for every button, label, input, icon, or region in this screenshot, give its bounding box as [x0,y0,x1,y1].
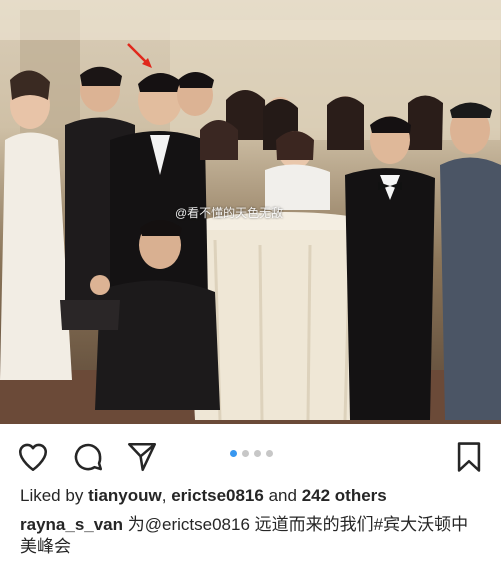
comment-icon[interactable] [71,440,105,474]
heart-icon[interactable] [16,440,50,474]
likes-others-link[interactable]: 242 others [302,486,387,505]
carousel-dot [254,450,261,457]
send-icon[interactable] [125,440,159,474]
likes-separator: , [161,486,167,505]
post-actions-bar [0,424,501,484]
carousel-dot-active [230,450,237,457]
liker-link[interactable]: tianyouw [88,486,162,505]
red-arrow-icon [127,43,152,68]
post-caption: rayna_s_van 为@erictse0816 远道而来的我们#宾大沃顿中美… [20,514,485,558]
liker-link[interactable]: erictse0816 [171,486,264,505]
weibo-watermark: @看不懂的天色无敌 [175,206,284,220]
post-photo[interactable]: @看不懂的天色无敌 [0,0,501,424]
likes-and: and [268,486,297,505]
carousel-dot [266,450,273,457]
carousel-dot [242,450,249,457]
likes-prefix: Liked by [20,486,84,505]
bookmark-icon[interactable] [452,440,486,474]
likes-summary: Liked by tianyouw, erictse0816 and 242 o… [20,486,387,506]
caption-username[interactable]: rayna_s_van [20,515,123,534]
